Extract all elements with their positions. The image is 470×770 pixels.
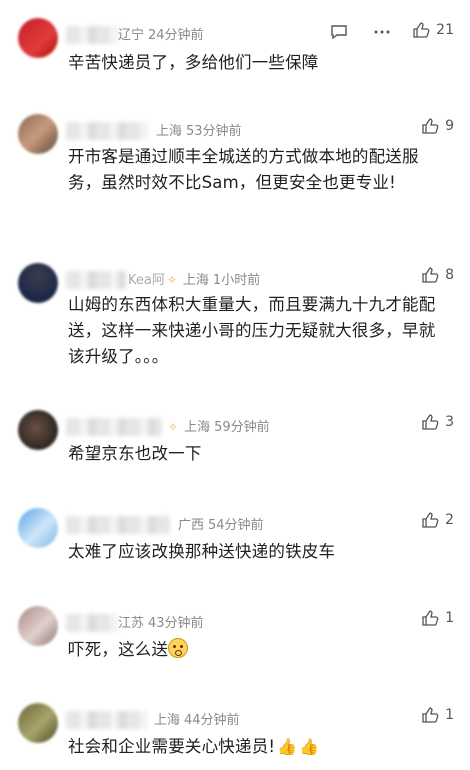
thumbs-up-icon (422, 414, 439, 430)
time-label: 43分钟前 (148, 616, 204, 631)
like-count: 21 (436, 22, 454, 38)
like-button[interactable]: 3 (421, 413, 454, 431)
comment-meta: Kea阿 ✧ 上海 1小时前 (128, 269, 260, 288)
location-label: 广西 (178, 518, 205, 533)
location-label: 辽宁 (118, 28, 145, 43)
comment-text: 太难了应该改换那种送快递的铁皮车 (68, 542, 336, 561)
time-label: 53分钟前 (186, 124, 242, 139)
like-button[interactable]: 21 (412, 21, 454, 39)
badge-icon: ✧ (166, 273, 177, 287)
comment-item: 上海 53分钟前 9 开市客是通过顺丰全城送的方式做本地的配送服务，虽然时效不比S… (0, 108, 470, 238)
avatar[interactable] (18, 508, 58, 548)
comment-text: 希望京东也改一下 (68, 444, 202, 463)
time-label: 54分钟前 (208, 518, 264, 533)
comment-text: 开市客是通过顺丰全城送的方式做本地的配送服务，虽然时效不比Sam，但更安全也更专… (68, 147, 419, 192)
avatar[interactable] (18, 114, 58, 154)
username[interactable] (66, 614, 118, 632)
like-button[interactable]: 2 (421, 511, 454, 529)
more-icon[interactable] (373, 23, 391, 41)
like-count: 1 (445, 610, 454, 626)
comment-item: 上海 44分钟前 1 社会和企业需要关心快递员! 👍 👍 (0, 697, 470, 770)
comment-meta: 广西 54分钟前 (178, 514, 264, 533)
thumbs-up-emoji-icon: 👍 (299, 737, 320, 756)
comment-text: 辛苦快递员了，多给他们一些保障 (68, 53, 319, 72)
flushed-face-icon (168, 638, 189, 658)
location-label: 上海 (184, 420, 211, 435)
username-partial: Kea阿 (128, 273, 165, 288)
comment-text: 山姆的东西体积大重量大，而且要满九十九才能配送，这样一来快递小哥的压力无疑就大很… (68, 295, 436, 366)
avatar[interactable] (18, 410, 58, 450)
username[interactable] (66, 122, 148, 140)
thumbs-up-icon (422, 267, 439, 283)
avatar[interactable] (18, 18, 58, 58)
username[interactable] (66, 26, 118, 44)
thumbs-up-icon (413, 22, 430, 38)
like-count: 1 (445, 707, 454, 723)
comment-icon[interactable] (330, 23, 348, 41)
avatar[interactable] (18, 263, 58, 303)
avatar[interactable] (18, 606, 58, 646)
like-button[interactable]: 1 (421, 706, 454, 724)
time-label: 24分钟前 (148, 28, 204, 43)
comment-meta: 上海 53分钟前 (156, 120, 242, 139)
username[interactable] (66, 418, 162, 436)
thumbs-up-icon (422, 707, 439, 723)
like-count: 3 (445, 414, 454, 430)
comment-meta: 上海 44分钟前 (154, 709, 240, 728)
comment-text-body: 吓死，这么送 (68, 640, 169, 659)
time-label: 59分钟前 (214, 420, 270, 435)
comment-text: 吓死，这么送 (68, 637, 452, 663)
comment-meta: 江苏 43分钟前 (118, 612, 204, 631)
username[interactable] (66, 516, 170, 534)
comment-text-body: 社会和企业需要关心快递员! (68, 737, 276, 756)
thumbs-up-icon (422, 118, 439, 134)
location-label: 江苏 (118, 616, 145, 631)
like-count: 8 (445, 267, 454, 283)
like-button[interactable]: 9 (421, 117, 454, 135)
location-label: 上海 (182, 273, 209, 288)
badge-icon: ✧ (168, 420, 179, 434)
comment-item: 辽宁 24分钟前 21 辛苦快递员了，多给他们一些保障 (0, 12, 470, 72)
like-count: 9 (445, 118, 454, 134)
thumbs-up-icon (422, 610, 439, 626)
avatar[interactable] (18, 703, 58, 743)
thumbs-up-icon (422, 512, 439, 528)
comment-item: Kea阿 ✧ 上海 1小时前 8 山姆的东西体积大重量大，而且要满九十九才能配送，这样… (0, 257, 470, 387)
comment-item: 江苏 43分钟前 1 吓死，这么送 (0, 600, 470, 680)
username[interactable] (66, 711, 148, 729)
time-label: 1小时前 (212, 273, 261, 288)
comment-item: 广西 54分钟前 2 太难了应该改换那种送快递的铁皮车 (0, 502, 470, 582)
like-button[interactable]: 1 (421, 609, 454, 627)
username[interactable] (66, 271, 126, 289)
comment-meta: 辽宁 24分钟前 (118, 24, 204, 43)
thumbs-up-emoji-icon: 👍 (277, 737, 298, 756)
like-button[interactable]: 8 (421, 266, 454, 284)
location-label: 上海 (156, 124, 183, 139)
like-count: 2 (445, 512, 454, 528)
location-label: 上海 (154, 713, 181, 728)
time-label: 44分钟前 (184, 713, 240, 728)
comment-meta: ✧ 上海 59分钟前 (168, 416, 270, 435)
comment-text: 社会和企业需要关心快递员! 👍 👍 (68, 734, 452, 760)
comment-item: ✧ 上海 59分钟前 3 希望京东也改一下 (0, 404, 470, 484)
